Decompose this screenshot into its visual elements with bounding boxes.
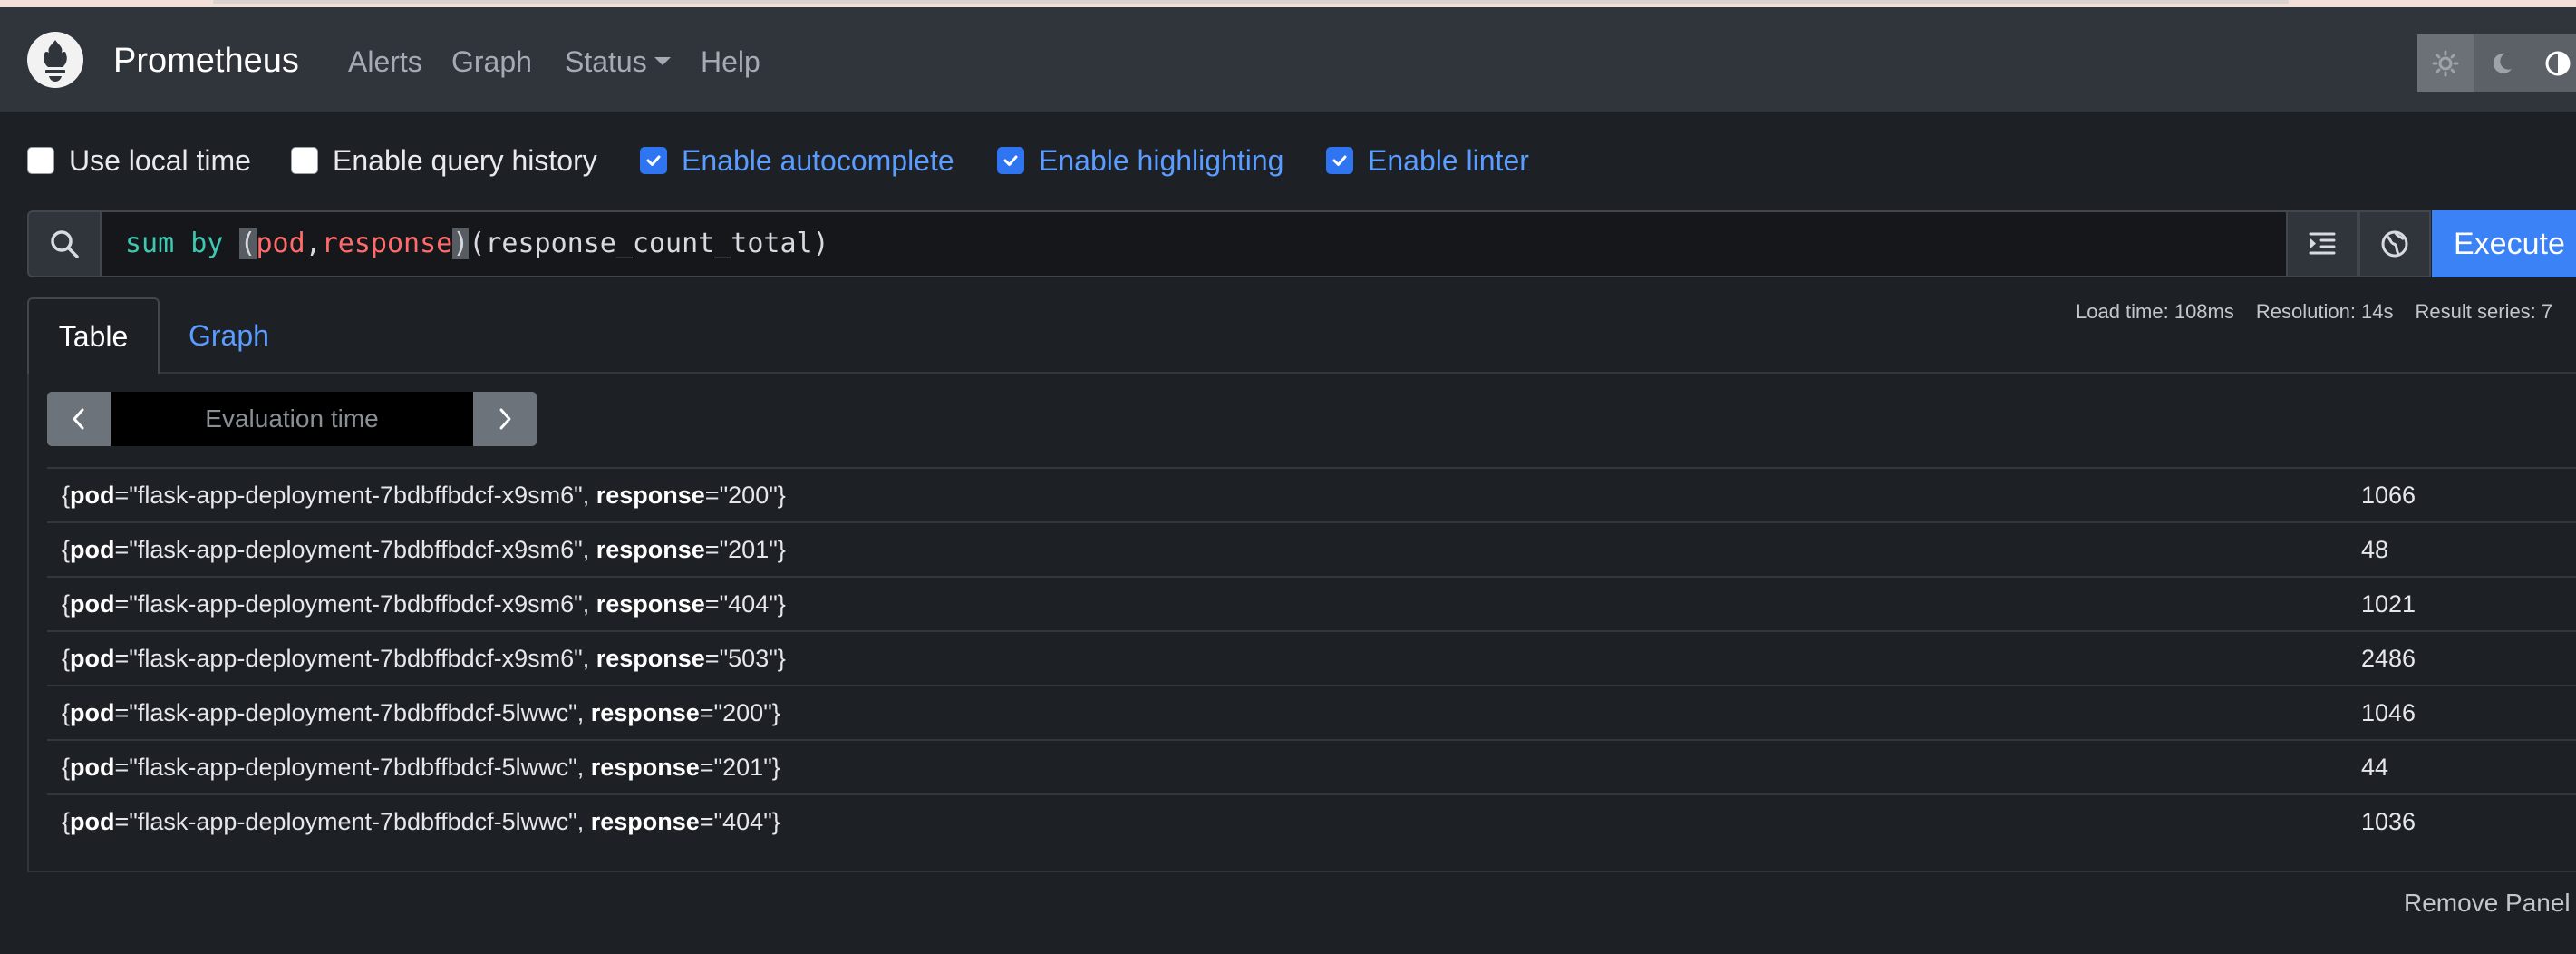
table-row: {pod="flask-app-deployment-7bdbffbdcf-5l…: [47, 685, 2576, 739]
expression-input[interactable]: sum by (pod,response)(response_count_tot…: [102, 210, 2286, 277]
series-labels: {pod="flask-app-deployment-7bdbffbdcf-5l…: [62, 699, 780, 726]
series-value: 2486: [2361, 645, 2416, 672]
theme-auto-button[interactable]: [2530, 34, 2576, 92]
query-label-response: response: [321, 228, 453, 259]
query-keyword: sum by: [125, 228, 240, 259]
brand-title[interactable]: Prometheus: [113, 42, 299, 81]
theme-dark-button[interactable]: [2474, 34, 2530, 92]
query-open-paren: (: [239, 228, 257, 259]
series-value: 1036: [2361, 808, 2416, 835]
nav-alerts[interactable]: Alerts: [348, 45, 422, 79]
check-icon: [646, 155, 661, 166]
series-value: 1046: [2361, 699, 2416, 726]
query-close-paren: ): [452, 228, 470, 259]
table-row: {pod="flask-app-deployment-7bdbffbdcf-5l…: [47, 739, 2576, 793]
series-value: 1021: [2361, 590, 2416, 618]
checkbox-unchecked[interactable]: [291, 147, 318, 174]
series-labels: {pod="flask-app-deployment-7bdbffbdcf-5l…: [62, 754, 780, 781]
option-enable-linter[interactable]: Enable linter: [1326, 142, 1529, 179]
check-icon: [1332, 155, 1347, 166]
query-comma: ,: [305, 228, 322, 259]
checkbox-checked[interactable]: [640, 147, 667, 174]
option-label: Use local time: [69, 143, 251, 177]
tab-graph[interactable]: Graph: [189, 319, 269, 353]
browser-top-strip: [0, 0, 2576, 7]
pod-value: flask-app-deployment-7bdbffbdcf-x9sm6: [137, 645, 575, 672]
response-value: 200: [728, 482, 770, 509]
eval-time-prev-button[interactable]: [47, 392, 111, 446]
response-value: 404: [728, 590, 770, 618]
chevron-left-icon: [73, 408, 84, 430]
option-enable-autocomplete[interactable]: Enable autocomplete: [640, 142, 954, 179]
checkbox-checked[interactable]: [997, 147, 1024, 174]
series-value: 1066: [2361, 482, 2416, 509]
query-stats: Load time: 108ms Resolution: 14s Result se…: [2076, 300, 2574, 324]
checkbox-unchecked[interactable]: [27, 147, 54, 174]
table-row: {pod="flask-app-deployment-7bdbffbdcf-x9…: [47, 467, 2576, 521]
theme-switcher: [2417, 34, 2576, 92]
option-use-local-time[interactable]: Use local time: [27, 142, 251, 179]
series-value: 44: [2361, 754, 2389, 781]
nav-graph[interactable]: Graph: [451, 45, 532, 79]
response-value: 201: [728, 536, 770, 563]
nav-status[interactable]: Status: [565, 45, 671, 79]
metrics-explorer-button[interactable]: [2358, 210, 2431, 277]
contrast-icon: [2545, 51, 2571, 76]
pod-value: flask-app-deployment-7bdbffbdcf-x9sm6: [137, 536, 575, 563]
indent-icon: [2309, 232, 2336, 255]
table-row: {pod="flask-app-deployment-7bdbffbdcf-5l…: [47, 793, 2576, 848]
navbar: Prometheus Alerts Graph Status Help: [0, 7, 2576, 112]
option-enable-highlighting[interactable]: Enable highlighting: [997, 142, 1283, 179]
prometheus-logo-icon[interactable]: [27, 32, 83, 88]
response-value: 201: [722, 754, 764, 781]
eval-time-next-button[interactable]: [473, 392, 537, 446]
table-row: {pod="flask-app-deployment-7bdbffbdcf-x9…: [47, 576, 2576, 630]
series-labels: {pod="flask-app-deployment-7bdbffbdcf-x9…: [62, 590, 786, 618]
resolution: Resolution: 14s: [2255, 300, 2394, 323]
query-label-pod: pod: [256, 228, 305, 259]
option-label: Enable query history: [333, 143, 597, 177]
nav-status-label: Status: [565, 45, 647, 78]
pod-value: flask-app-deployment-7bdbffbdcf-5lwwc: [137, 754, 569, 781]
series-value: 48: [2361, 536, 2389, 563]
globe-icon: [2381, 230, 2408, 258]
series-labels: {pod="flask-app-deployment-7bdbffbdcf-x9…: [62, 482, 786, 509]
option-label: Enable autocomplete: [682, 143, 954, 177]
pod-value: flask-app-deployment-7bdbffbdcf-5lwwc: [137, 699, 569, 726]
caret-down-icon: [654, 57, 671, 66]
search-icon: [51, 230, 79, 258]
remove-panel-link[interactable]: Remove Panel: [2404, 889, 2571, 918]
response-value: 503: [728, 645, 770, 672]
eval-time-input[interactable]: Evaluation time: [111, 392, 473, 446]
result-series: Result series: 7: [2415, 300, 2553, 323]
results-table: {pod="flask-app-deployment-7bdbffbdcf-x9…: [47, 467, 2576, 848]
execute-button[interactable]: Execute: [2432, 210, 2576, 277]
checkbox-checked[interactable]: [1326, 147, 1353, 174]
option-label: Enable linter: [1368, 143, 1529, 177]
tab-table[interactable]: Table: [27, 297, 160, 374]
query-metric: (response_count_total): [469, 228, 829, 259]
table-row: {pod="flask-app-deployment-7bdbffbdcf-x9…: [47, 630, 2576, 685]
load-time: Load time: 108ms: [2076, 300, 2234, 323]
search-button[interactable]: [27, 210, 102, 277]
option-enable-query-history[interactable]: Enable query history: [291, 142, 597, 179]
pod-value: flask-app-deployment-7bdbffbdcf-x9sm6: [137, 590, 575, 618]
chevron-right-icon: [499, 408, 511, 430]
pod-value: flask-app-deployment-7bdbffbdcf-x9sm6: [137, 482, 575, 509]
theme-light-button[interactable]: [2417, 34, 2474, 92]
pod-value: flask-app-deployment-7bdbffbdcf-5lwwc: [137, 808, 569, 835]
series-labels: {pod="flask-app-deployment-7bdbffbdcf-x9…: [62, 645, 786, 672]
series-labels: {pod="flask-app-deployment-7bdbffbdcf-x9…: [62, 536, 786, 563]
option-label: Enable highlighting: [1039, 143, 1284, 177]
nav-help[interactable]: Help: [701, 45, 760, 79]
format-expression-button[interactable]: [2286, 210, 2358, 277]
check-icon: [1003, 155, 1018, 166]
response-value: 404: [722, 808, 764, 835]
series-labels: {pod="flask-app-deployment-7bdbffbdcf-5l…: [62, 808, 780, 835]
browser-scrollbar: [213, 0, 2289, 4]
response-value: 200: [722, 699, 764, 726]
sun-icon: [2432, 50, 2459, 77]
moon-icon: [2493, 53, 2512, 73]
table-row: {pod="flask-app-deployment-7bdbffbdcf-x9…: [47, 521, 2576, 576]
